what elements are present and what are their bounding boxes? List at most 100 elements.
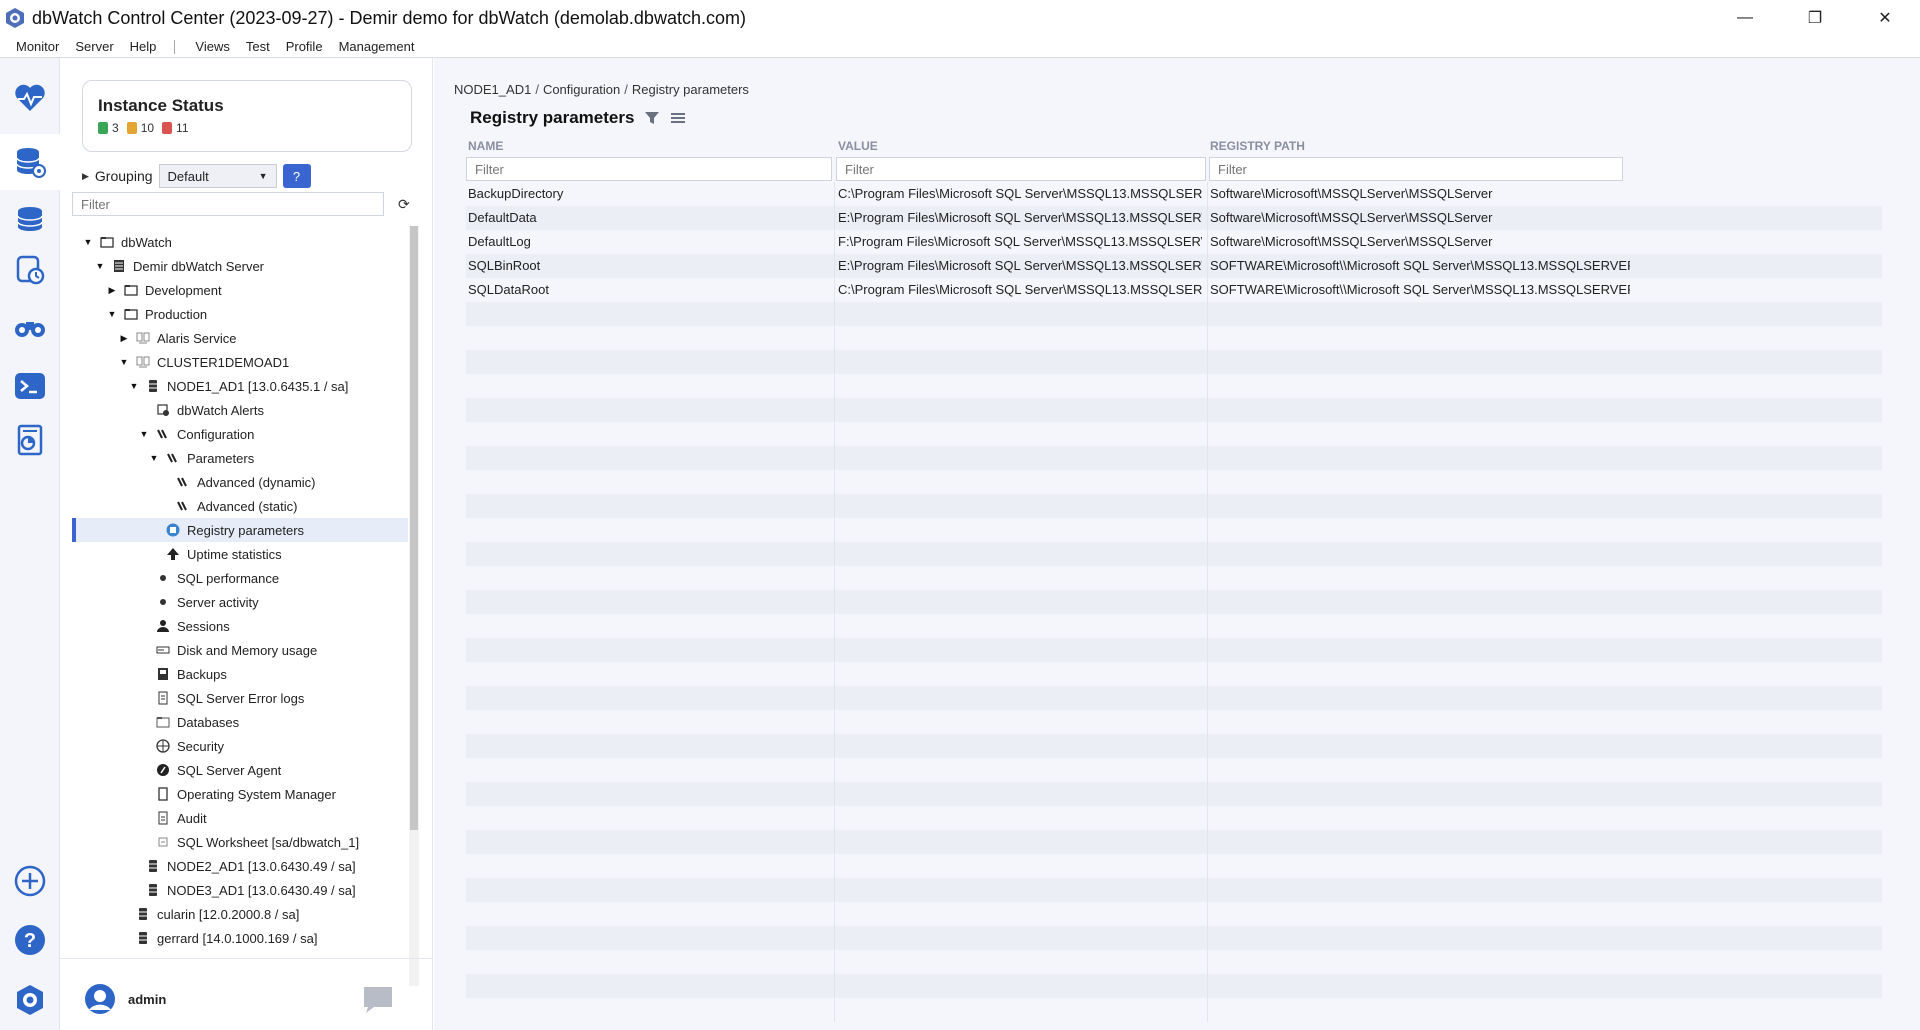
instance-status-card[interactable]: Instance Status 3 10 11 [82,80,412,152]
explorer-nav-button[interactable] [0,298,60,354]
menu-profile[interactable]: Profile [278,36,331,58]
caret-right-icon[interactable]: ▶ [118,333,130,344]
caret-right-icon[interactable]: ▶ [82,171,89,182]
menu-help[interactable]: Help [122,36,165,58]
tree-item[interactable]: Audit [72,806,408,830]
menu-bar: Monitor Server Help Views Test Profile M… [0,36,1920,58]
table-row[interactable]: BackupDirectory C:\Program Files\Microsof… [466,182,1882,206]
value-filter-input[interactable] [836,157,1206,181]
menu-management[interactable]: Management [331,36,423,58]
breadcrumb-item[interactable]: Registry parameters [632,82,749,97]
user-area: admin [60,958,432,1030]
empty-table-row [466,806,1882,830]
tree-item[interactable]: SQL Worksheet [sa/dbwatch_1] [72,830,408,854]
terminal-nav-button[interactable] [0,358,60,414]
chat-icon[interactable] [362,985,394,1015]
tree-scrollbar-thumb[interactable] [410,226,418,830]
caret-down-icon[interactable]: ▼ [118,357,130,367]
tree-item[interactable]: NODE2_AD1 [13.0.6430.49 / sa] [72,854,408,878]
menu-views[interactable]: Views [187,36,237,58]
tree-item[interactable]: Backups [72,662,408,686]
tree-item[interactable]: ▼ CLUSTER1DEMOAD1 [72,350,408,374]
tree-item[interactable]: Advanced (dynamic) [72,470,408,494]
cell-name: DefaultData [468,210,537,225]
column-header-value[interactable]: VALUE [838,139,878,153]
tree-item[interactable]: SQL Server Agent [72,758,408,782]
name-filter-input[interactable] [466,157,832,181]
grouping-help-button[interactable]: ? [282,164,311,188]
caret-down-icon[interactable]: ▼ [138,429,150,439]
menu-test[interactable]: Test [238,36,278,58]
disk-icon [156,643,170,657]
table-row[interactable]: SQLDataRoot C:\Program Files\Microsoft SQ… [466,278,1882,302]
minimize-button[interactable]: — [1710,0,1780,36]
tree-item-label: Disk and Memory usage [177,642,318,658]
menu-server[interactable]: Server [67,36,121,58]
tree-item-label: Development [145,282,222,298]
tree-item[interactable]: Server activity [72,590,408,614]
tree-item[interactable]: Uptime statistics [72,542,408,566]
caret-down-icon[interactable]: ▼ [128,381,140,391]
tree-item[interactable]: Databases [72,710,408,734]
tree-item[interactable]: Disk and Memory usage [72,638,408,662]
filter-icon[interactable] [644,110,660,126]
breadcrumb-item[interactable]: NODE1_AD1 [454,82,531,97]
add-nav-button[interactable] [0,853,60,909]
tree-item[interactable]: ▶ Alaris Service [72,326,408,350]
monitor-nav-button[interactable] [0,70,60,126]
database-group-nav-button[interactable] [0,192,60,248]
table-row[interactable]: DefaultData E:\Program Files\Microsoft SQ… [466,206,1882,230]
empty-table-row [466,614,1882,638]
caret-right-icon[interactable]: ▶ [106,285,118,296]
worksheet-icon [156,835,170,849]
column-header-registry-path[interactable]: REGISTRY PATH [1210,139,1305,153]
scheduled-nav-button[interactable] [0,242,60,298]
tree-item[interactable]: ▼ dbWatch [72,230,408,254]
tree-item[interactable]: ▼ NODE1_AD1 [13.0.6435.1 / sa] [72,374,408,398]
tree-item[interactable]: gerrard [14.0.1000.169 / sa] [72,926,408,950]
registry-path-filter-input[interactable] [1209,157,1623,181]
tree-item[interactable]: cularin [12.0.2000.8 / sa] [72,902,408,926]
registry-icon [166,523,180,537]
agent-icon [156,763,170,777]
cell-value: E:\Program Files\Microsoft SQL Server\MS… [838,258,1202,273]
about-nav-button[interactable] [0,972,60,1028]
tree-item[interactable]: Advanced (static) [72,494,408,518]
grouping-select[interactable]: Default ▼ [158,164,277,188]
tree-item[interactable]: ▼ Demir dbWatch Server [72,254,408,278]
caret-down-icon[interactable]: ▼ [94,261,106,271]
tree-item[interactable]: NODE3_AD1 [13.0.6430.49 / sa] [72,878,408,902]
tree-item[interactable]: ▶ Development [72,278,408,302]
close-button[interactable]: ✕ [1850,0,1920,36]
help-nav-button[interactable]: ? [0,912,60,968]
tree-filter-input[interactable] [72,192,384,216]
caret-down-icon[interactable]: ▼ [106,309,118,319]
database-nav-button[interactable] [0,134,60,190]
table-row[interactable]: SQLBinRoot E:\Program Files\Microsoft SQL… [466,254,1882,278]
tree-item[interactable]: Security [72,734,408,758]
restore-button[interactable]: ❐ [1780,0,1850,36]
tree-item[interactable]: ▼ Configuration [72,422,408,446]
menu-monitor[interactable]: Monitor [0,36,67,58]
tree-item[interactable]: ▼ Production [72,302,408,326]
avatar[interactable] [84,983,116,1015]
tree-item[interactable]: Registry parameters [72,518,408,542]
menu-icon[interactable] [670,110,686,126]
refresh-icon[interactable]: ⟳ [398,196,410,213]
table-row[interactable]: DefaultLog F:\Program Files\Microsoft SQL… [466,230,1882,254]
tree-item[interactable]: SQL performance [72,566,408,590]
caret-down-icon[interactable]: ▼ [82,237,94,247]
tree-item[interactable]: Operating System Manager [72,782,408,806]
caret-down-icon[interactable]: ▼ [148,453,160,463]
column-header-name[interactable]: NAME [468,139,503,153]
warning-status-icon [126,122,137,134]
breadcrumb-item[interactable]: Configuration [543,82,620,97]
tree-item[interactable]: ▼ Parameters [72,446,408,470]
dbwatch-logo-icon [17,985,43,1015]
reports-nav-button[interactable] [0,412,60,468]
tree-item[interactable]: Sessions [72,614,408,638]
tree-item[interactable]: dbWatch Alerts [72,398,408,422]
tree-item[interactable]: SQL Server Error logs [72,686,408,710]
tree-scrollbar[interactable] [409,226,419,986]
cluster-icon [136,355,150,369]
